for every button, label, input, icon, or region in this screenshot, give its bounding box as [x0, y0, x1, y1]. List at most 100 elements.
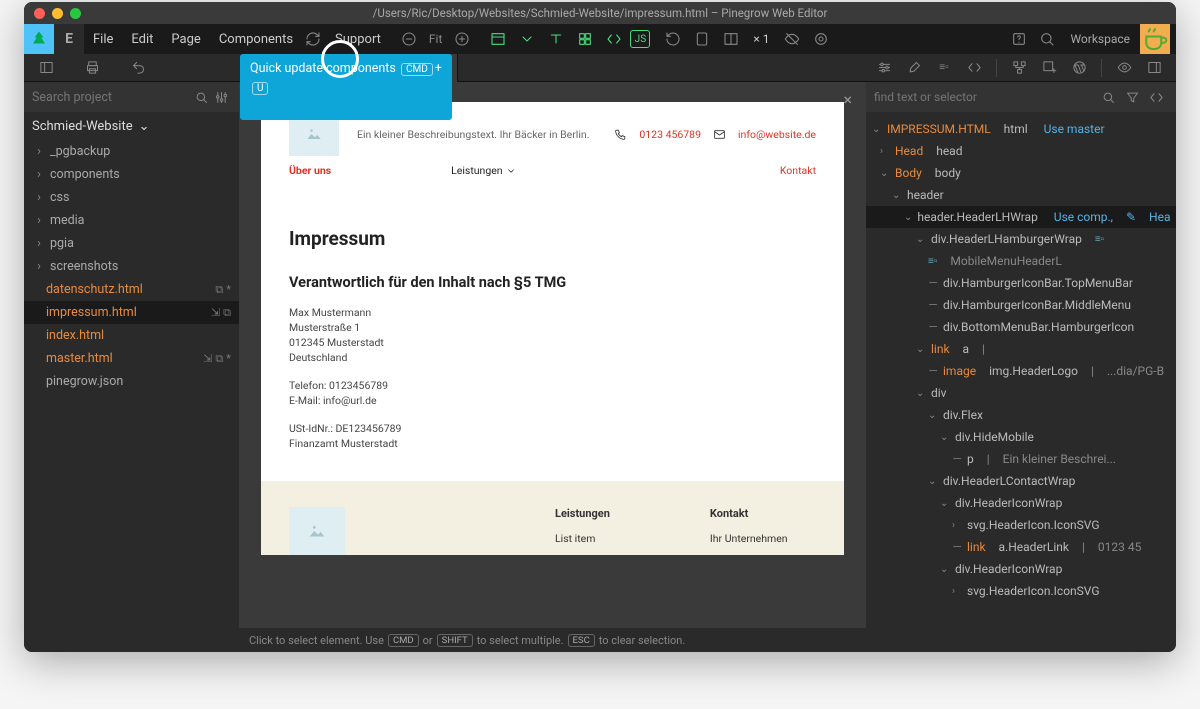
pinegrow-logo[interactable]	[24, 24, 54, 54]
target-icon[interactable]	[808, 26, 834, 52]
project-name[interactable]: Schmied-Website⌄	[24, 112, 239, 140]
menu-page[interactable]: Page	[162, 24, 209, 54]
code-icon[interactable]	[1144, 85, 1168, 109]
code-icon[interactable]	[601, 26, 627, 52]
tree-mobilemenu[interactable]: ≡▫ MobileMenuHeaderL	[866, 250, 1176, 272]
window-title: /Users/Ric/Desktop/Websites/Schmied-Webs…	[24, 6, 1176, 20]
spacing-icon[interactable]: ≡▫	[932, 56, 956, 80]
kbd-u: U	[252, 82, 268, 95]
search-icon[interactable]	[1096, 85, 1120, 109]
columns-icon[interactable]	[718, 26, 744, 52]
undo-icon[interactable]	[126, 56, 150, 80]
tree-search-input[interactable]	[874, 90, 1096, 104]
close-window[interactable]	[34, 8, 45, 19]
file-index[interactable]: index.html	[24, 324, 239, 347]
file-master[interactable]: master.html⇲⧉*	[24, 347, 239, 370]
mode-button[interactable]: E	[54, 24, 84, 54]
app-window: /Users/Ric/Desktop/Websites/Schmied-Webs…	[24, 2, 1176, 652]
tree-bar3[interactable]: —div.BottomMenuBar.HamburgerIcon	[866, 316, 1176, 338]
highlight-circle	[321, 40, 359, 78]
fit-label[interactable]: Fit	[425, 32, 446, 46]
tree-p[interactable]: —p | Ein kleiner Beschrei...	[866, 448, 1176, 470]
tree-hamburgerwrap[interactable]: ⌄div.HeaderLHamburgerWrap ≡▫	[866, 228, 1176, 250]
help-icon[interactable]	[1006, 26, 1032, 52]
tree-iconwrap[interactable]: ⌄div.HeaderIconWrap	[866, 492, 1176, 514]
address-block: Max Mustermann Musterstraße 1 012345 Mus…	[289, 305, 816, 365]
panel-toggle-icon[interactable]	[34, 56, 58, 80]
tree-header[interactable]: ⌄header	[866, 184, 1176, 206]
filter-icon[interactable]	[211, 85, 231, 109]
menu-edit[interactable]: Edit	[122, 24, 162, 54]
tree-svg2[interactable]: ›svg.HeaderIcon.IconSVG	[866, 580, 1176, 602]
brush-icon[interactable]	[902, 56, 926, 80]
phone-link[interactable]: 0123 456789	[639, 128, 701, 141]
page-nav: Über uns Leistungen Kontakt	[289, 156, 816, 187]
tree-flex[interactable]: ⌄div.Flex	[866, 404, 1176, 426]
file-datenschutz[interactable]: datenschutz.html⧉*	[24, 278, 239, 301]
folder-pgia[interactable]: ›pgia	[24, 232, 239, 255]
tree-headerlh[interactable]: ⌄header.HeaderLHWrap Use comp., ✎ Hea	[866, 206, 1176, 228]
tree-hidemobile[interactable]: ⌄div.HideMobile	[866, 426, 1176, 448]
header-description: Ein kleiner Beschreibungstext. Ihr Bäcke…	[357, 128, 589, 141]
workspace-label[interactable]: Workspace	[1062, 32, 1138, 46]
refresh-components-icon[interactable]	[300, 26, 326, 52]
tree-bar2[interactable]: —div.HamburgerIconBar.MiddleMenu	[866, 294, 1176, 316]
menu-file[interactable]: File	[84, 24, 122, 54]
maximize-window[interactable]	[70, 8, 81, 19]
page-h2: Verantwortlich für den Inhalt nach §5 TM…	[289, 274, 816, 291]
search-input[interactable]	[32, 90, 191, 105]
panel-right-icon[interactable]	[1142, 56, 1166, 80]
folder-components[interactable]: ›components	[24, 163, 239, 186]
file-pinegrow-json[interactable]: pinegrow.json	[24, 370, 239, 393]
minimize-window[interactable]	[52, 8, 63, 19]
tree-head[interactable]: ›Head head	[866, 140, 1176, 162]
nav-about[interactable]: Über uns	[289, 164, 331, 177]
tree-contactwrap[interactable]: ⌄div.HeaderLContactWrap	[866, 470, 1176, 492]
file-impressum[interactable]: impressum.html⇲⧉	[24, 301, 239, 324]
layout-icon[interactable]	[485, 26, 511, 52]
zoom-in-icon[interactable]	[449, 26, 475, 52]
kbd-cmd: CMD	[401, 63, 433, 76]
chevron-down-icon[interactable]	[514, 26, 540, 52]
text-tool-icon[interactable]	[543, 26, 569, 52]
tree-svg1[interactable]: ›svg.HeaderIcon.IconSVG	[866, 514, 1176, 536]
tree-root[interactable]: ⌄IMPRESSUM.HTML html Use master	[866, 118, 1176, 140]
search-icon[interactable]	[191, 85, 211, 109]
status-hint: Click to select element. Use CMD or SHIF…	[239, 628, 866, 652]
zoom-out-icon[interactable]	[396, 26, 422, 52]
filter-icon[interactable]	[1120, 85, 1144, 109]
nav-contact[interactable]: Kontakt	[780, 164, 816, 177]
reload-icon[interactable]	[660, 26, 686, 52]
zoom-level[interactable]: × 1	[747, 32, 775, 46]
search-icon[interactable]	[1034, 26, 1060, 52]
print-icon[interactable]	[80, 56, 104, 80]
nav-services[interactable]: Leistungen	[451, 164, 515, 177]
folder-screenshots[interactable]: ›screenshots	[24, 255, 239, 278]
js-icon[interactable]: JS	[630, 30, 650, 48]
folder-media[interactable]: ›media	[24, 209, 239, 232]
tree-iconwrap2[interactable]: ⌄div.HeaderIconWrap	[866, 558, 1176, 580]
tree-div[interactable]: ⌄div	[866, 382, 1176, 404]
page-preview[interactable]: Ein kleiner Beschreibungstext. Ihr Bäcke…	[261, 102, 844, 555]
css-grid-icon[interactable]	[572, 26, 598, 52]
close-preview-icon[interactable]: ×	[843, 90, 852, 109]
zoom-controls: Fit	[396, 26, 475, 52]
visibility-icon[interactable]	[779, 26, 805, 52]
add-block-icon[interactable]	[1037, 56, 1061, 80]
folder-pgbackup[interactable]: ›_pgbackup	[24, 140, 239, 163]
tree-icon[interactable]	[1007, 56, 1031, 80]
tree-image[interactable]: —image img.HeaderLogo | ...dia/PG-B	[866, 360, 1176, 382]
eye-icon[interactable]	[1112, 56, 1136, 80]
tree-bar1[interactable]: —div.HamburgerIconBar.TopMenuBar	[866, 272, 1176, 294]
wordpress-icon[interactable]	[1067, 56, 1091, 80]
menu-components[interactable]: Components	[210, 24, 302, 54]
code-panel-icon[interactable]	[962, 56, 986, 80]
folder-css[interactable]: ›css	[24, 186, 239, 209]
tree-body[interactable]: ⌄Body body	[866, 162, 1176, 184]
email-link[interactable]: info@website.de	[738, 128, 816, 141]
coffee-icon[interactable]	[1140, 24, 1170, 54]
sliders-icon[interactable]	[872, 56, 896, 80]
tree-link[interactable]: ⌄link a |	[866, 338, 1176, 360]
device-icon[interactable]	[689, 26, 715, 52]
tree-headerlink[interactable]: —link a.HeaderLink | 0123 45	[866, 536, 1176, 558]
